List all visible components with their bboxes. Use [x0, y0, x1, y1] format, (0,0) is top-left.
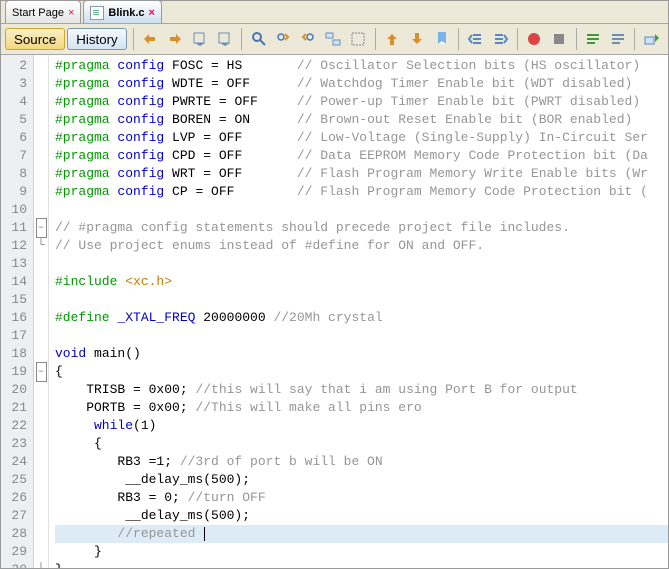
- code-line[interactable]: // Use project enums instead of #define …: [55, 237, 668, 255]
- line-number: 23: [1, 435, 33, 453]
- fold-toggle-icon[interactable]: −: [36, 362, 47, 382]
- shift-right-icon[interactable]: [488, 25, 513, 53]
- line-number: 9: [1, 183, 33, 201]
- code-line[interactable]: void main(): [55, 345, 668, 363]
- tab-start-page[interactable]: Start Page ×: [5, 0, 81, 23]
- macro-stop-icon[interactable]: [547, 25, 572, 53]
- line-number: 22: [1, 417, 33, 435]
- bookmark-next-icon[interactable]: [404, 25, 429, 53]
- c-file-icon: [90, 6, 104, 20]
- code-line[interactable]: __delay_ms(500);: [55, 507, 668, 525]
- code-line[interactable]: }: [55, 543, 668, 561]
- line-number-gutter: 2345678910111213141516171819202122232425…: [1, 55, 34, 568]
- line-number: 28: [1, 525, 33, 543]
- code-line[interactable]: }: [55, 561, 668, 568]
- drop-2-icon[interactable]: [212, 25, 237, 53]
- find-next-icon[interactable]: [296, 25, 321, 53]
- code-line[interactable]: #pragma config CP = OFF // Flash Program…: [55, 183, 668, 201]
- tab-blink-c[interactable]: Blink.c ×: [83, 0, 162, 23]
- line-number: 17: [1, 327, 33, 345]
- code-line[interactable]: // #pragma config statements should prec…: [55, 219, 668, 237]
- line-number: 20: [1, 381, 33, 399]
- code-line[interactable]: [55, 201, 668, 219]
- highlight-icon[interactable]: [321, 25, 346, 53]
- run-icon[interactable]: [639, 25, 664, 53]
- uncomment-icon[interactable]: [605, 25, 630, 53]
- drop-1-icon[interactable]: [187, 25, 212, 53]
- code-line[interactable]: RB3 =1; //3rd of port b will be ON: [55, 453, 668, 471]
- macro-record-icon[interactable]: [522, 25, 547, 53]
- line-number: 25: [1, 471, 33, 489]
- prev-edit-icon[interactable]: [138, 25, 163, 53]
- bookmark-prev-icon[interactable]: [379, 25, 404, 53]
- code-line[interactable]: while(1): [55, 417, 668, 435]
- code-line[interactable]: #pragma config PWRTE = OFF // Power-up T…: [55, 93, 668, 111]
- code-line[interactable]: #define _XTAL_FREQ 20000000 //20Mh cryst…: [55, 309, 668, 327]
- code-line[interactable]: #include <xc.h>: [55, 273, 668, 291]
- code-line[interactable]: #pragma config LVP = OFF // Low-Voltage …: [55, 129, 668, 147]
- code-line[interactable]: PORTB = 0x00; //This will make all pins …: [55, 399, 668, 417]
- line-number: 14: [1, 273, 33, 291]
- history-view-button[interactable]: History: [67, 28, 126, 50]
- line-number: 21: [1, 399, 33, 417]
- code-line[interactable]: #pragma config FOSC = HS // Oscillator S…: [55, 57, 668, 75]
- shift-left-icon[interactable]: [463, 25, 488, 53]
- line-number: 18: [1, 345, 33, 363]
- editor-tabs: Start Page × Blink.c ×: [1, 1, 668, 24]
- code-line[interactable]: //repeated: [55, 525, 668, 543]
- source-view-button[interactable]: Source: [5, 28, 65, 50]
- line-number: 24: [1, 453, 33, 471]
- line-number: 16: [1, 309, 33, 327]
- line-number: 8: [1, 165, 33, 183]
- close-icon[interactable]: ×: [68, 8, 74, 19]
- line-number: 29: [1, 543, 33, 561]
- line-number: 15: [1, 291, 33, 309]
- code-line[interactable]: #pragma config WRT = OFF // Flash Progra…: [55, 165, 668, 183]
- code-line[interactable]: {: [55, 363, 668, 381]
- bookmark-toggle-icon[interactable]: [429, 25, 454, 53]
- line-number: 19: [1, 363, 33, 381]
- line-number: 10: [1, 201, 33, 219]
- line-number: 11: [1, 219, 33, 237]
- code-area[interactable]: #pragma config FOSC = HS // Oscillator S…: [49, 55, 668, 568]
- code-line[interactable]: [55, 255, 668, 273]
- text-caret: [204, 527, 205, 541]
- tab-label: Start Page: [12, 7, 64, 19]
- selection-mode-icon[interactable]: [346, 25, 371, 53]
- close-icon[interactable]: ×: [149, 8, 155, 19]
- line-number: 7: [1, 147, 33, 165]
- code-line[interactable]: [55, 291, 668, 309]
- line-number: 5: [1, 111, 33, 129]
- code-line[interactable]: #pragma config CPD = OFF // Data EEPROM …: [55, 147, 668, 165]
- line-number: 26: [1, 489, 33, 507]
- line-number: 12: [1, 237, 33, 255]
- comment-icon[interactable]: [580, 25, 605, 53]
- line-number: 3: [1, 75, 33, 93]
- line-number: 2: [1, 57, 33, 75]
- line-number: 13: [1, 255, 33, 273]
- editor-toolbar: Source History: [1, 24, 668, 55]
- next-edit-icon[interactable]: [162, 25, 187, 53]
- code-line[interactable]: [55, 327, 668, 345]
- line-number: 6: [1, 129, 33, 147]
- code-editor[interactable]: 2345678910111213141516171819202122232425…: [1, 55, 668, 568]
- code-line[interactable]: #pragma config BOREN = ON // Brown-out R…: [55, 111, 668, 129]
- code-line[interactable]: __delay_ms(500);: [55, 471, 668, 489]
- code-line[interactable]: RB3 = 0; //turn OFF: [55, 489, 668, 507]
- find-prev-icon[interactable]: [271, 25, 296, 53]
- code-line[interactable]: #pragma config WDTE = OFF // Watchdog Ti…: [55, 75, 668, 93]
- line-number: 27: [1, 507, 33, 525]
- code-line[interactable]: {: [55, 435, 668, 453]
- find-selection-icon[interactable]: [246, 25, 271, 53]
- line-number: 4: [1, 93, 33, 111]
- line-number: 30: [1, 561, 33, 568]
- tab-label: Blink.c: [108, 7, 144, 19]
- fold-gutter: −└−└: [34, 55, 49, 568]
- code-line[interactable]: TRISB = 0x00; //this will say that i am …: [55, 381, 668, 399]
